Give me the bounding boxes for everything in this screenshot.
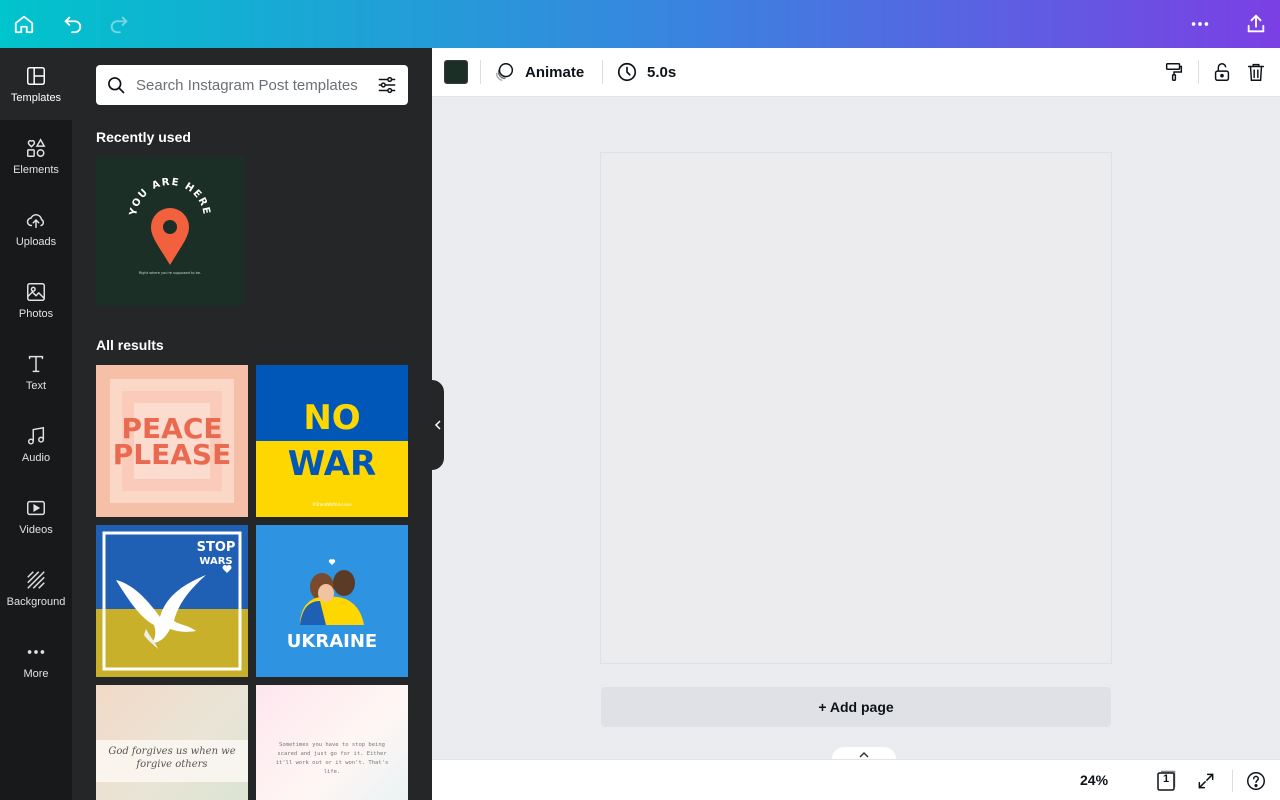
paint-roller-icon[interactable] <box>1162 60 1186 84</box>
animate-button[interactable]: Animate <box>494 60 584 84</box>
rail-label-photos: Photos <box>18 307 54 320</box>
duration-button[interactable]: 5.0s <box>616 60 676 84</box>
rail-label-audio: Audio <box>21 451 51 464</box>
background-color-swatch[interactable] <box>444 60 468 84</box>
rail-item-elements[interactable]: Elements <box>0 120 72 192</box>
toolbar-divider <box>602 60 603 84</box>
rail-item-photos[interactable]: Photos <box>0 264 72 336</box>
rail-label-templates: Templates <box>10 91 62 104</box>
share-icon[interactable] <box>1240 8 1272 40</box>
duration-label: 5.0s <box>647 63 677 81</box>
photo-icon <box>27 282 45 301</box>
recent-template-caption: Right where you're supposed to be. <box>139 271 201 275</box>
rail-label-text: Text <box>25 379 47 392</box>
template-card-peace-please[interactable]: PEACE PLEASE <box>96 365 248 517</box>
toolbar-divider <box>480 60 481 84</box>
bottom-divider <box>1232 770 1233 792</box>
filter-sliders-icon[interactable] <box>376 74 398 96</box>
template-card-ukraine[interactable]: UKRAINE <box>256 525 408 677</box>
fullscreen-icon[interactable] <box>1194 769 1218 793</box>
rail-label-more: More <box>23 667 49 680</box>
top-bar <box>0 0 1280 48</box>
page-count-button[interactable]: 1 <box>1154 769 1178 793</box>
rail-label-background: Background <box>6 595 66 608</box>
rail-label-uploads: Uploads <box>15 235 57 248</box>
zoom-level[interactable]: 24% <box>1080 772 1108 788</box>
trash-icon[interactable] <box>1244 60 1268 84</box>
collapse-panel-button[interactable] <box>432 380 444 470</box>
rail-label-videos: Videos <box>19 523 53 536</box>
rail-item-templates[interactable]: Templates <box>0 48 72 120</box>
no-text: NO <box>303 398 360 438</box>
search-icon <box>108 77 125 94</box>
rail-label-elements: Elements <box>13 163 59 176</box>
template-card-no-war[interactable]: NO WAR #StandWithUkraine <box>256 365 408 517</box>
lock-icon[interactable] <box>1210 60 1234 84</box>
rail-item-more[interactable]: More <box>0 624 72 696</box>
toolbar-divider <box>1198 60 1199 84</box>
background-icon <box>27 570 45 589</box>
please-text: PLEASE <box>113 438 231 471</box>
bottom-bar: 24% 1 <box>432 759 1280 800</box>
all-results-heading: All results <box>96 337 164 353</box>
animate-label: Animate <box>525 63 585 81</box>
text-icon <box>28 355 44 372</box>
help-icon[interactable] <box>1244 769 1268 793</box>
template-search[interactable] <box>96 65 408 105</box>
music-note-icon <box>27 426 45 445</box>
rail-item-background[interactable]: Background <box>0 552 72 624</box>
elements-icon <box>27 137 46 157</box>
life-quote-text: Sometimes you have to stop being scared … <box>275 742 389 775</box>
templates-panel: Recently used YOU ARE HERE Right where y… <box>72 48 432 800</box>
wars-text: WARS <box>199 556 232 567</box>
rail-item-videos[interactable]: Videos <box>0 480 72 552</box>
context-toolbar: Animate 5.0s <box>432 48 1280 97</box>
animate-icon <box>496 63 514 81</box>
rail-item-audio[interactable]: Audio <box>0 408 72 480</box>
editor-app: Templates Elements Uploads Photos Text A… <box>0 0 1280 800</box>
add-page-button[interactable]: + Add page <box>601 687 1111 727</box>
forgive-quote-text: God forgives us when we forgive others <box>108 746 236 770</box>
video-icon <box>27 500 45 515</box>
undo-icon[interactable] <box>57 8 89 40</box>
more-horizontal-icon[interactable] <box>1184 8 1216 40</box>
templates-icon <box>27 66 45 85</box>
home-icon[interactable] <box>8 8 40 40</box>
template-card-forgive-quote[interactable]: God forgives us when we forgive others <box>96 685 248 800</box>
rail-item-uploads[interactable]: Uploads <box>0 192 72 264</box>
recent-template-card[interactable]: YOU ARE HERE Right where you're supposed… <box>96 157 244 305</box>
ukraine-text: UKRAINE <box>287 631 377 652</box>
chevron-up-icon <box>859 751 869 758</box>
template-card-stop-wars[interactable]: STOP WARS <box>96 525 248 677</box>
redo-icon[interactable] <box>103 8 135 40</box>
page-count-label: 1 <box>1162 773 1170 785</box>
clock-icon <box>617 62 637 82</box>
search-input[interactable] <box>136 76 376 94</box>
side-rail: Templates Elements Uploads Photos Text A… <box>0 48 72 800</box>
rail-item-text[interactable]: Text <box>0 336 72 408</box>
chevron-left-icon <box>434 420 441 430</box>
recently-used-heading: Recently used <box>96 129 191 145</box>
more-horizontal-icon <box>27 649 45 654</box>
stop-text: STOP <box>197 540 236 555</box>
upload-cloud-icon <box>26 213 45 228</box>
template-card-life-quote[interactable]: Sometimes you have to stop being scared … <box>256 685 408 800</box>
hashtag-text: #StandWithUkraine <box>312 502 352 507</box>
war-text: WAR <box>288 444 376 484</box>
design-page[interactable] <box>601 153 1111 663</box>
